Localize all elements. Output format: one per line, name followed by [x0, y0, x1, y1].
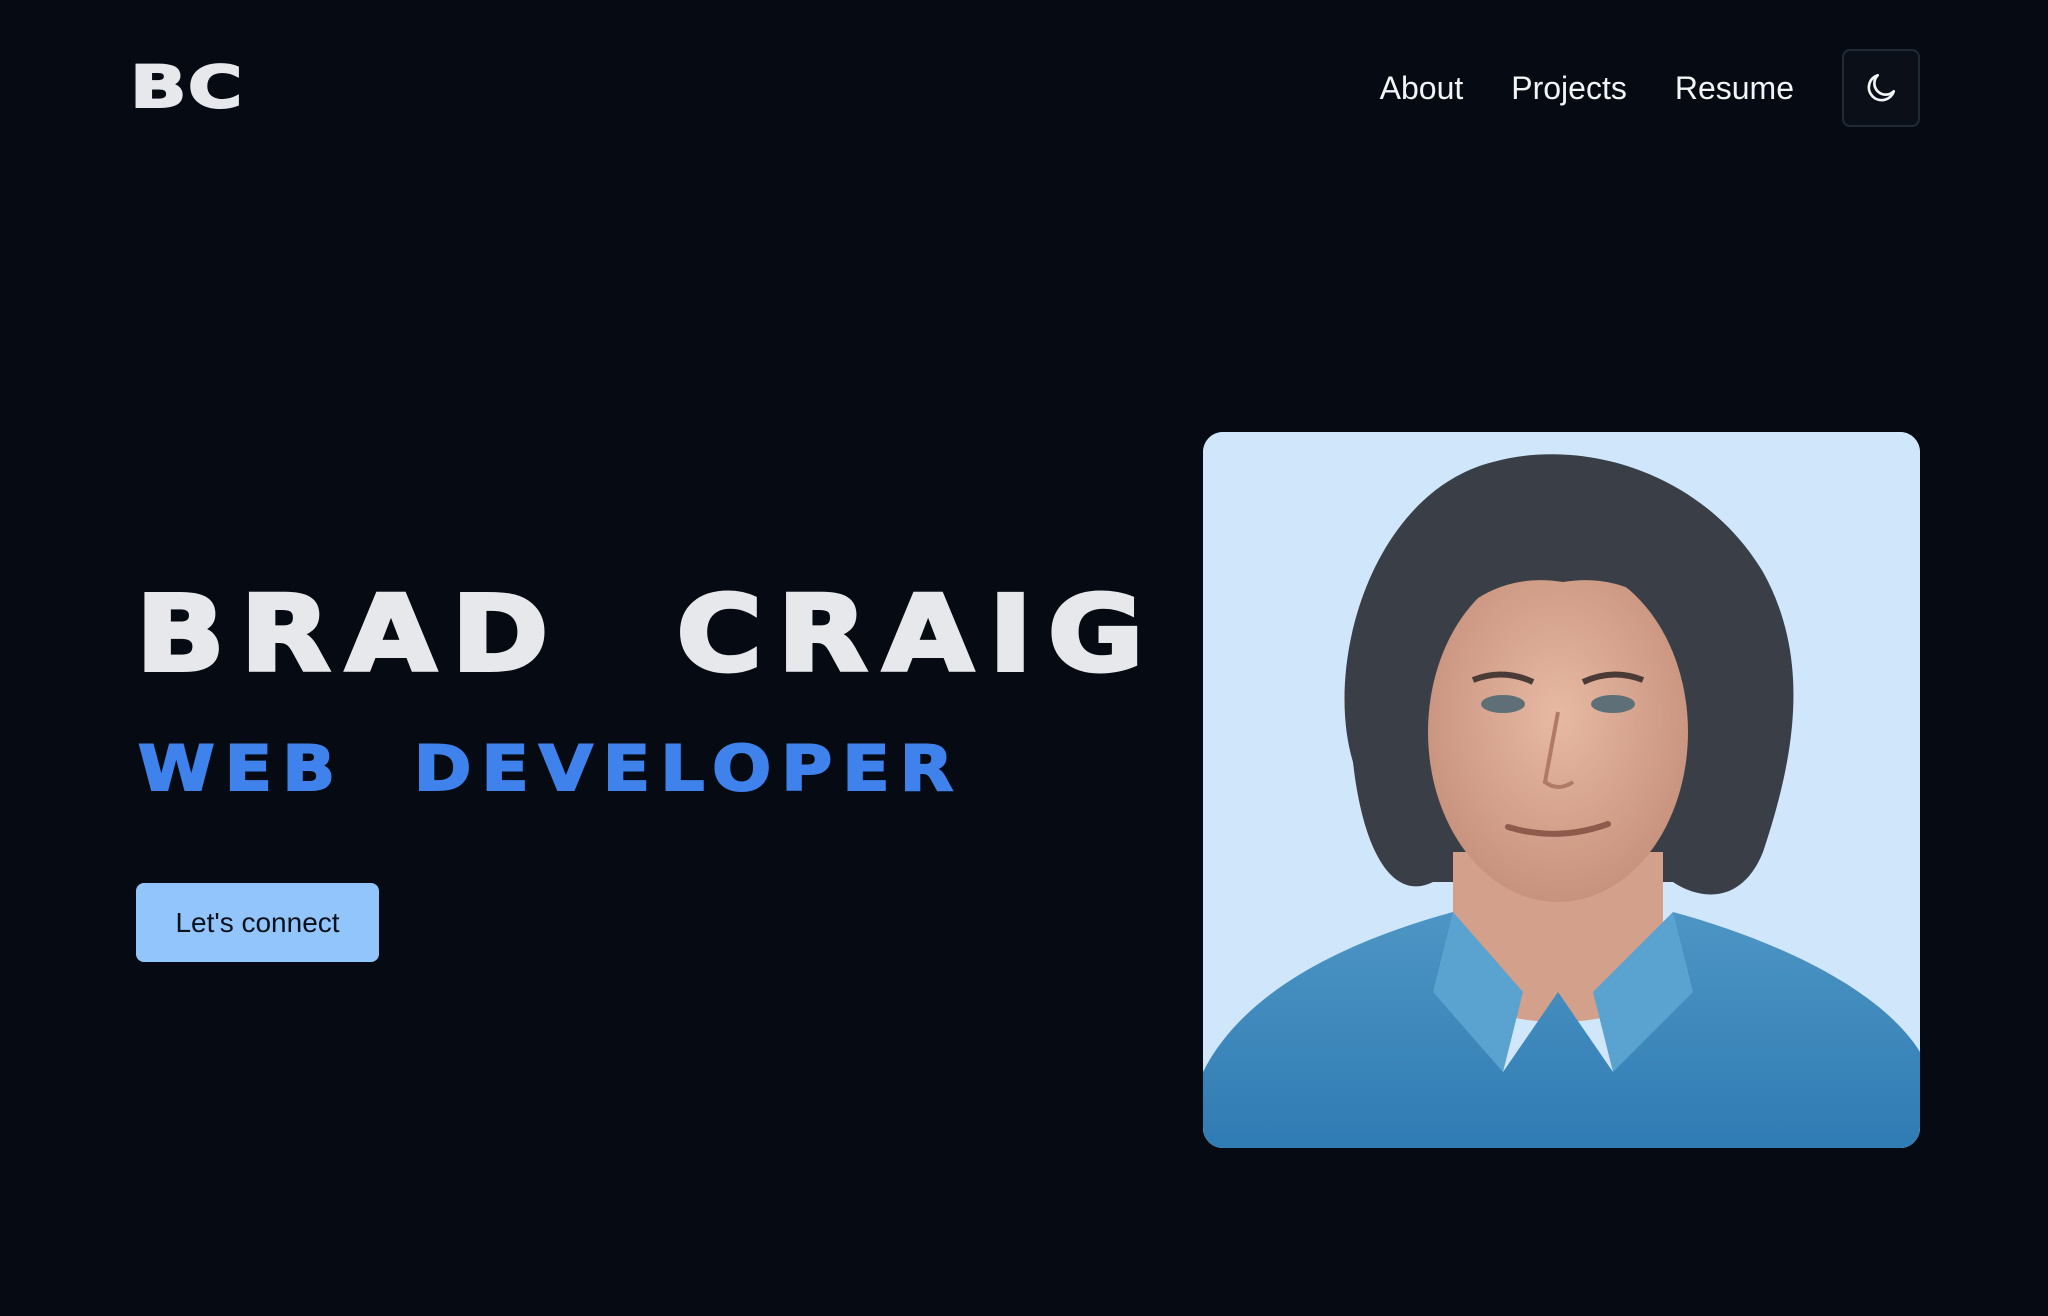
portrait-photo — [1203, 432, 1920, 1148]
theme-toggle-button[interactable] — [1842, 49, 1920, 127]
nav-link-projects[interactable]: Projects — [1511, 70, 1627, 107]
page: BC About Projects Resume BRAD CRAIG WEB … — [0, 0, 2048, 1316]
hero-role: WEB DEVELOPER — [137, 732, 964, 805]
nav-link-resume[interactable]: Resume — [1675, 70, 1794, 107]
site-logo[interactable]: BC — [129, 57, 244, 117]
hero-name: BRAD CRAIG — [134, 573, 1160, 695]
moon-icon — [1867, 73, 1896, 102]
nav-link-about[interactable]: About — [1380, 70, 1464, 107]
portrait-illustration — [1203, 432, 1920, 1148]
main-nav: About Projects Resume — [1380, 48, 1920, 128]
lets-connect-button[interactable]: Let's connect — [136, 883, 379, 962]
